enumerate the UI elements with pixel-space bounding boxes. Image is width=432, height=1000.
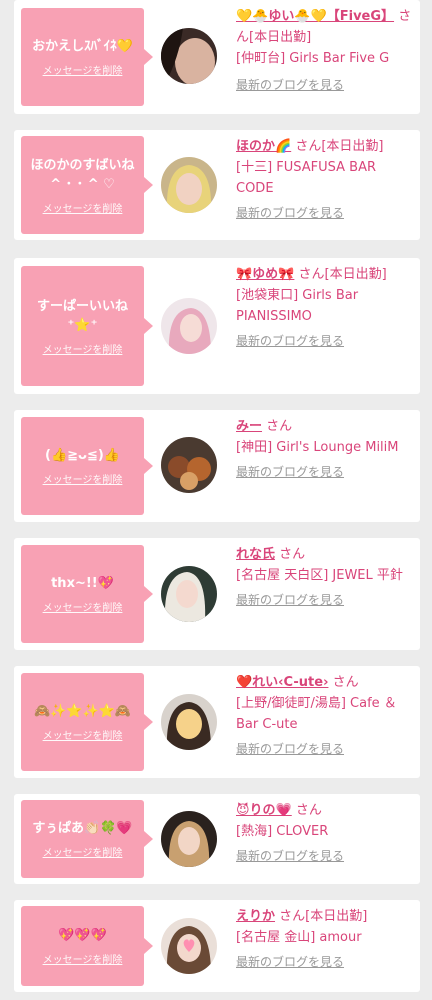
cast-info: ❤️れい‹C-ute› さん [上野/御徒町/湯島] Cafe ＆Bar C-u… (236, 672, 414, 760)
cast-avatar[interactable] (161, 566, 217, 622)
message-bubble: ほのかのすばいね ^ ･ ･ ^ ♡ メッセージを削除 (21, 136, 153, 234)
cast-name-link[interactable]: 😈りの💗 (236, 803, 292, 818)
delete-message-link[interactable]: メッセージを削除 (43, 844, 123, 859)
cast-name-link[interactable]: みー (236, 419, 262, 434)
cast-avatar[interactable] (161, 437, 217, 493)
latest-blog-link[interactable]: 最新のブログを見る (236, 739, 344, 760)
shop-name: [神田] Girl's Lounge MiliM (236, 440, 399, 455)
honorific: さん (332, 675, 359, 690)
cast-name-link[interactable]: 💛🐣ゆい🐣💛【FiveG】 (236, 9, 394, 24)
delete-message-link[interactable]: メッセージを削除 (43, 62, 123, 77)
shop-name: [熱海] CLOVER (236, 824, 329, 839)
status-badge: [本日出勤] (321, 139, 384, 154)
delete-message-link[interactable]: メッセージを削除 (43, 200, 123, 215)
latest-blog-link[interactable]: 最新のブログを見る (236, 203, 344, 224)
message-bubble: 💖💖💖 メッセージを削除 (21, 906, 153, 986)
message-text: ほのかのすばいね ^ ･ ･ ^ ♡ (30, 157, 135, 192)
message-bubble: すぅぱあ👏🏻🍀💗 メッセージを削除 (21, 800, 153, 878)
shop-name: [上野/御徒町/湯島] Cafe ＆Bar C-ute (236, 696, 397, 732)
avatar-photo-icon (161, 918, 217, 974)
honorific: さん (295, 803, 322, 818)
cast-name-link[interactable]: ほのか🌈 (236, 139, 291, 154)
honorific: さん (266, 419, 293, 434)
avatar-photo-icon (161, 28, 217, 84)
delete-message-link[interactable]: メッセージを削除 (43, 599, 123, 614)
cast-name-line: 😈りの💗 さん (236, 800, 414, 821)
cast-name-line: 🎀ゆめ🎀 さん[本日出勤] (236, 264, 414, 285)
delete-message-link[interactable]: メッセージを削除 (43, 727, 123, 742)
latest-blog-link[interactable]: 最新のブログを見る (236, 590, 344, 611)
message-text: 💖💖💖 (58, 928, 107, 943)
cast-info: 😈りの💗 さん [熱海] CLOVER 最新のブログを見る (236, 800, 414, 867)
latest-blog-link[interactable]: 最新のブログを見る (236, 331, 344, 352)
status-badge: [本日出勤] (324, 267, 387, 282)
shop-name: [仲町台] Girls Bar Five G (236, 51, 390, 66)
cast-avatar[interactable] (161, 918, 217, 974)
cast-name-link[interactable]: ❤️れい‹C-ute› (236, 675, 328, 690)
cast-name-line: れな氏 さん (236, 544, 414, 565)
latest-blog-link[interactable]: 最新のブログを見る (236, 846, 344, 867)
latest-blog-link[interactable]: 最新のブログを見る (236, 462, 344, 483)
latest-blog-link[interactable]: 最新のブログを見る (236, 75, 344, 96)
message-card: thx~!!💖 メッセージを削除 れな氏 さん [名古屋 天白区] JEWEL … (14, 538, 420, 650)
message-text: (👍≧ᴗ≦)👍 (45, 448, 120, 463)
cast-info: 💛🐣ゆい🐣💛【FiveG】 さん[本日出勤] [仲町台] Girls Bar F… (236, 6, 414, 96)
message-card: おかえしｽﾊﾞｲﾈ💛 メッセージを削除 💛🐣ゆい🐣💛【FiveG】 さん[本日出… (14, 0, 420, 114)
honorific: さん (279, 909, 306, 924)
honorific: さん (279, 547, 306, 562)
message-card: 💖💖💖 メッセージを削除 えりか さん[本日出勤] [名古屋 金山] amour… (14, 900, 420, 992)
latest-blog-link[interactable]: 最新のブログを見る (236, 952, 344, 973)
message-card: すぅぱあ👏🏻🍀💗 メッセージを削除 😈りの💗 さん [熱海] CLOVER 最新… (14, 794, 420, 884)
message-bubble: (👍≧ᴗ≦)👍 メッセージを削除 (21, 417, 153, 515)
shop-name: [池袋東口] Girls Bar PIANISSIMO (236, 288, 359, 324)
message-bubble: 🙈✨⭐️✨⭐️🙈 メッセージを削除 (21, 673, 153, 771)
message-card: ほのかのすばいね ^ ･ ･ ^ ♡ メッセージを削除 ほのか🌈 さん[本日出勤… (14, 130, 420, 240)
message-text: すぅぱあ👏🏻🍀💗 (32, 821, 133, 836)
cast-name-link[interactable]: 🎀ゆめ🎀 (236, 267, 294, 282)
avatar-photo-icon (161, 298, 217, 354)
status-badge: [本日出勤] (305, 909, 368, 924)
message-text: 🙈✨⭐️✨⭐️🙈 (33, 704, 132, 719)
cast-info: ほのか🌈 さん[本日出勤] [十三] FUSAFUSA BAR CODE 最新の… (236, 136, 414, 224)
cast-avatar[interactable] (161, 694, 217, 750)
delete-message-link[interactable]: メッセージを削除 (43, 951, 123, 966)
message-card: (👍≧ᴗ≦)👍 メッセージを削除 みー さん [神田] Girl's Loung… (14, 410, 420, 522)
message-text: おかえしｽﾊﾞｲﾈ💛 (32, 39, 133, 54)
cast-name-line: ❤️れい‹C-ute› さん (236, 672, 414, 693)
message-card: 🙈✨⭐️✨⭐️🙈 メッセージを削除 ❤️れい‹C-ute› さん [上野/御徒町… (14, 666, 420, 778)
cast-info: 🎀ゆめ🎀 さん[本日出勤] [池袋東口] Girls Bar PIANISSIM… (236, 264, 414, 352)
cast-avatar[interactable] (161, 28, 217, 84)
message-text: thx~!!💖 (51, 576, 114, 591)
avatar-photo-icon (161, 566, 217, 622)
status-badge: [本日出勤] (249, 30, 312, 45)
message-bubble: おかえしｽﾊﾞｲﾈ💛 メッセージを削除 (21, 8, 153, 106)
delete-message-link[interactable]: メッセージを削除 (43, 471, 123, 486)
cast-info: みー さん [神田] Girl's Lounge MiliM 最新のブログを見る (236, 416, 414, 483)
avatar-photo-icon (161, 694, 217, 750)
message-card: すーぱーいいね ⁺⭐️⁺ メッセージを削除 🎀ゆめ🎀 さん[本日出勤] [池袋東… (14, 258, 420, 394)
cast-avatar[interactable] (161, 298, 217, 354)
avatar-photo-icon (161, 811, 217, 867)
cast-name-link[interactable]: えりか (236, 909, 275, 924)
message-text: すーぱーいいね ⁺⭐️⁺ (36, 298, 128, 333)
avatar-photo-icon (161, 437, 217, 493)
cast-name-line: えりか さん[本日出勤] (236, 906, 414, 927)
honorific: さん (295, 139, 322, 154)
avatar-photo-icon (161, 157, 217, 213)
cast-name-line: 💛🐣ゆい🐣💛【FiveG】 さん[本日出勤] (236, 6, 414, 48)
cast-avatar[interactable] (161, 811, 217, 867)
cast-name-line: ほのか🌈 さん[本日出勤] (236, 136, 414, 157)
message-bubble: すーぱーいいね ⁺⭐️⁺ メッセージを削除 (21, 266, 153, 386)
honorific: さん (298, 267, 325, 282)
cast-avatar[interactable] (161, 157, 217, 213)
shop-name: [十三] FUSAFUSA BAR CODE (236, 160, 377, 196)
delete-message-link[interactable]: メッセージを削除 (43, 341, 123, 356)
cast-name-line: みー さん (236, 416, 414, 437)
shop-name: [名古屋 金山] amour (236, 930, 362, 945)
cast-name-link[interactable]: れな氏 (236, 547, 275, 562)
shop-name: [名古屋 天白区] JEWEL 平針 (236, 568, 403, 583)
cast-info: えりか さん[本日出勤] [名古屋 金山] amour 最新のブログを見る (236, 906, 414, 973)
cast-info: れな氏 さん [名古屋 天白区] JEWEL 平針 最新のブログを見る (236, 544, 414, 611)
message-bubble: thx~!!💖 メッセージを削除 (21, 545, 153, 643)
